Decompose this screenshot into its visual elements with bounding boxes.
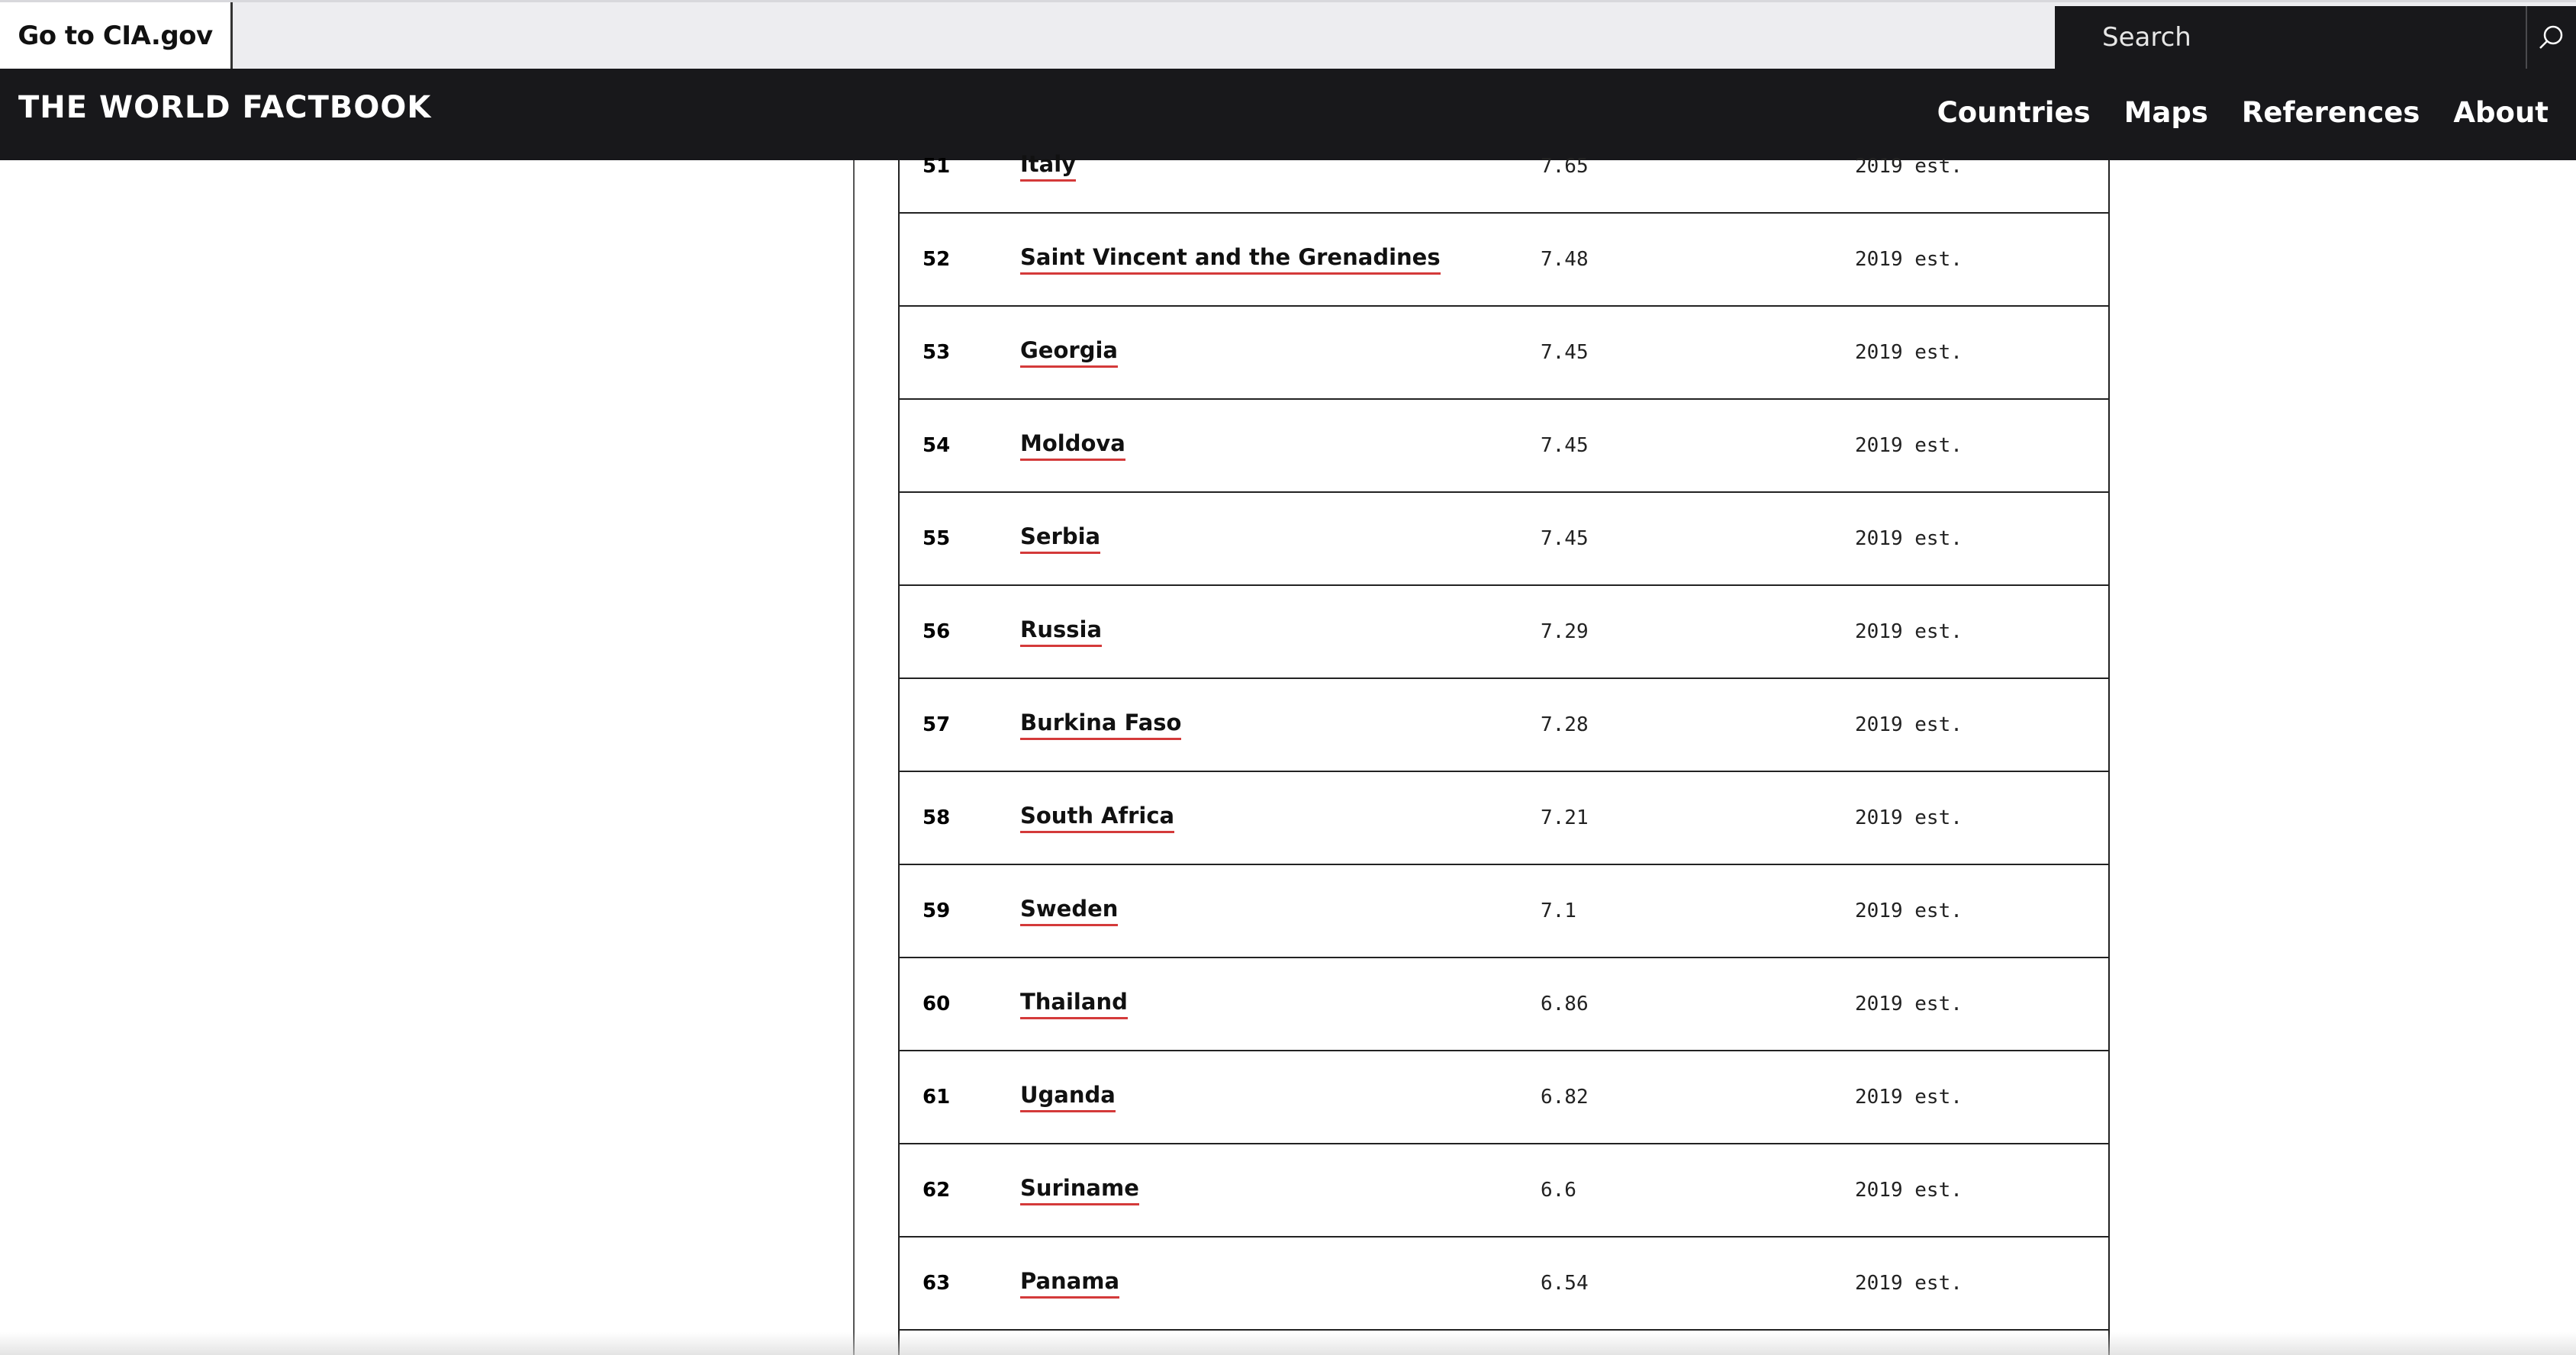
search-input[interactable] [2055,6,2526,69]
date-cell: 2019 est. [1855,341,1963,364]
nav-maps[interactable]: Maps [2124,96,2208,129]
site-brand[interactable]: THE WORLD FACTBOOK [18,90,431,125]
value-cell: 7.45 [1541,341,1589,364]
country-cell: Sweden [1020,865,1119,957]
country-cell: Suriname [1020,1144,1139,1236]
go-to-cia-link[interactable]: Go to CIA.gov [0,2,233,69]
country-cell: Thailand [1020,958,1128,1050]
table-row: 51 Italy 7.65 2019 est. [900,121,2108,214]
country-link[interactable]: Burkina Faso [1020,710,1182,740]
table-row: 57 Burkina Faso 7.28 2019 est. [900,679,2108,772]
table-row: 56 Russia 7.29 2019 est. [900,586,2108,679]
country-cell: Uganda [1020,1051,1116,1143]
table-row: 52 Saint Vincent and the Grenadines 7.48 20… [900,214,2108,307]
country-link[interactable]: Panama [1020,1268,1120,1299]
date-cell: 2019 est. [1855,900,1963,922]
value-cell: 6.82 [1541,1086,1589,1109]
rank-cell: 51 [923,155,951,178]
rank-cell: 52 [923,248,951,271]
table-row: 55 Serbia 7.45 2019 est. [900,493,2108,586]
country-link[interactable]: Russia [1020,616,1103,647]
table-row: 61 Uganda 6.82 2019 est. [900,1051,2108,1144]
date-cell: 2019 est. [1855,1272,1963,1295]
nav-references[interactable]: References [2242,96,2420,129]
value-cell: 7.65 [1541,155,1589,178]
search-box [2055,6,2576,69]
rank-cell: 56 [923,620,951,643]
table-row: 60 Thailand 6.86 2019 est. [900,958,2108,1051]
country-cell: Burkina Faso [1020,679,1182,771]
country-link[interactable]: Serbia [1020,523,1101,554]
value-cell: 7.1 [1541,900,1576,922]
country-cell: Georgia [1020,307,1118,398]
rank-cell: 58 [923,806,951,829]
country-link[interactable]: Uganda [1020,1082,1116,1112]
search-icon [2539,25,2563,49]
ranking-table: 51 Italy 7.65 2019 est. 52 Saint Vincent and … [898,151,2110,1355]
value-cell: 7.48 [1541,248,1589,271]
date-cell: 2019 est. [1855,248,1963,271]
country-cell: Serbia [1020,493,1101,584]
date-cell: 2019 est. [1855,993,1963,1015]
date-cell: 2019 est. [1855,1086,1963,1109]
value-cell: 6.6 [1541,1179,1576,1202]
table-row: 63 Panama 6.54 2019 est. [900,1238,2108,1331]
date-cell: 2019 est. [1855,1179,1963,1202]
table-row: 62 Suriname 6.6 2019 est. [900,1144,2108,1238]
country-cell: Italy [1020,121,1077,212]
value-cell: 7.21 [1541,806,1589,829]
country-cell: Saint Vincent and the Grenadines [1020,214,1441,305]
country-cell: Panama [1020,1238,1120,1329]
table-row: 54 Moldova 7.45 2019 est. [900,400,2108,493]
date-cell: 2019 est. [1855,713,1963,736]
date-cell: 2019 est. [1855,434,1963,457]
value-cell: 6.54 [1541,1272,1589,1295]
rank-cell: 53 [923,341,951,364]
value-cell: 7.29 [1541,620,1589,643]
table-row: 59 Sweden 7.1 2019 est. [900,865,2108,958]
value-cell: 7.28 [1541,713,1589,736]
country-link[interactable]: Saint Vincent and the Grenadines [1020,244,1441,275]
rank-cell: 54 [923,434,951,457]
country-cell: Moldova [1020,400,1125,491]
rank-cell: 62 [923,1179,951,1202]
date-cell: 2019 est. [1855,806,1963,829]
rank-cell: 60 [923,993,951,1015]
country-link[interactable]: Georgia [1020,337,1118,368]
value-cell: 6.86 [1541,993,1589,1015]
rank-cell: 61 [923,1086,951,1109]
country-cell: South Africa [1020,772,1175,864]
value-cell: 7.45 [1541,434,1589,457]
country-link[interactable]: Sweden [1020,896,1119,926]
content-divider [853,160,855,1355]
utility-bar: Go to CIA.gov [0,0,2576,69]
country-cell: Russia [1020,586,1103,678]
date-cell: 2019 est. [1855,620,1963,643]
rank-cell: 55 [923,527,951,550]
bottom-shadow [0,1332,2576,1355]
rank-cell: 59 [923,900,951,922]
date-cell: 2019 est. [1855,527,1963,550]
rank-cell: 63 [923,1272,951,1295]
nav-about[interactable]: About [2453,96,2549,129]
value-cell: 7.45 [1541,527,1589,550]
table-row: 58 South Africa 7.21 2019 est. [900,772,2108,865]
country-link[interactable]: Suriname [1020,1175,1139,1205]
country-link[interactable]: South Africa [1020,803,1175,833]
date-cell: 2019 est. [1855,155,1963,178]
country-link[interactable]: Italy [1020,151,1077,182]
table-row: 53 Georgia 7.45 2019 est. [900,307,2108,400]
country-link[interactable]: Thailand [1020,989,1128,1019]
country-link[interactable]: Moldova [1020,430,1125,461]
search-button[interactable] [2526,6,2576,69]
rank-cell: 57 [923,713,951,736]
